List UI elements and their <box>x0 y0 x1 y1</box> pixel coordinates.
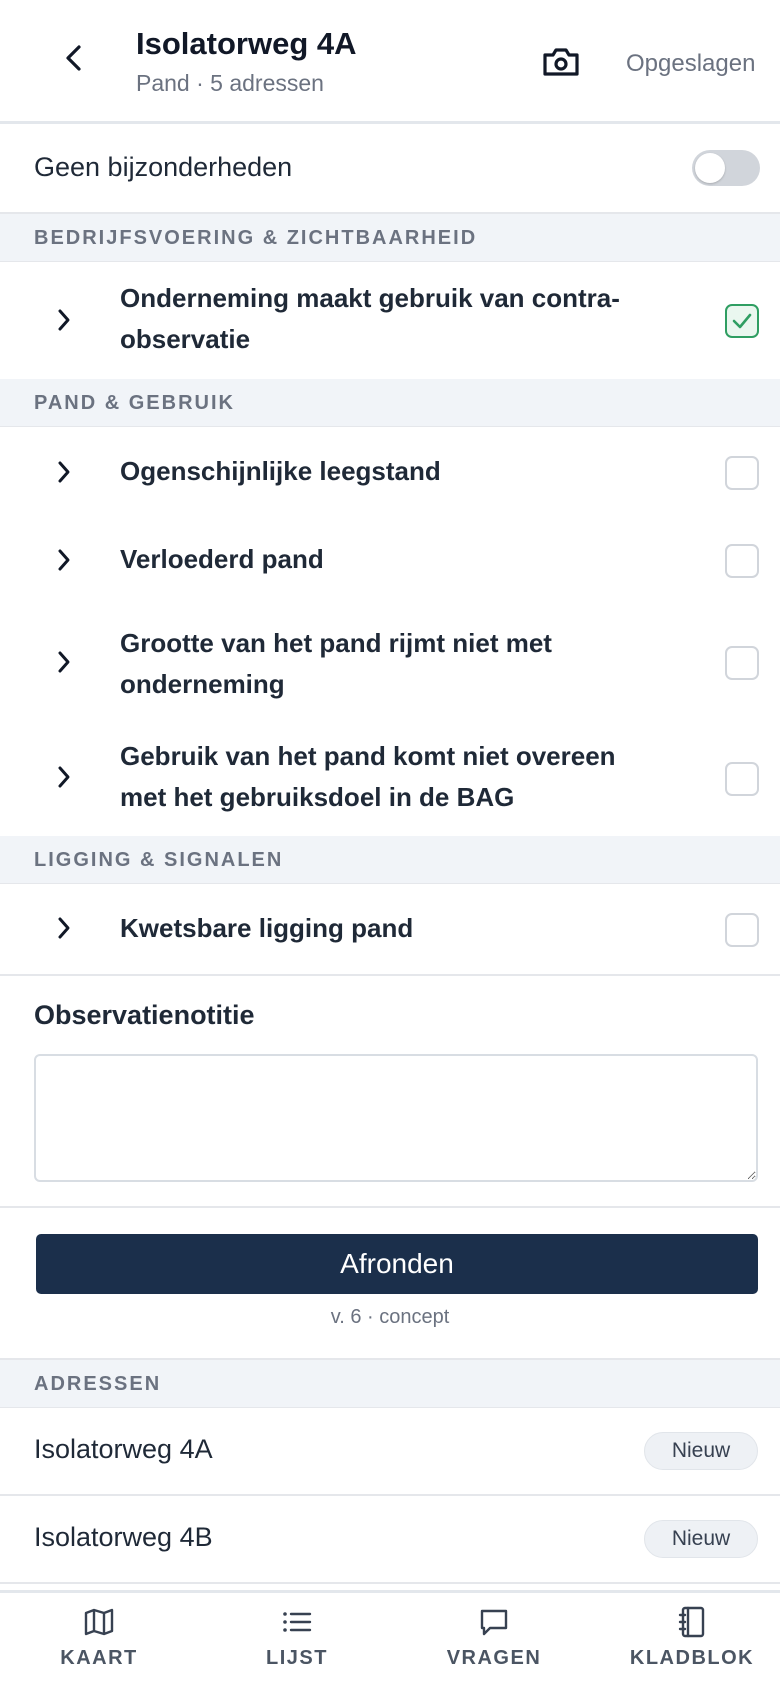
section-title: LIGGING & SIGNALEN <box>34 849 284 871</box>
section-header-bedrijfsvoering: BEDRIJFSVOERING & ZICHTBAARHEID <box>0 214 780 262</box>
status-badge: Nieuw <box>644 1520 758 1558</box>
nav-item-kladblok[interactable]: KLADBLOK <box>612 1605 772 1685</box>
no-details-toggle[interactable] <box>692 150 760 186</box>
observation-note-textarea[interactable] <box>34 1054 758 1182</box>
nav-label: KLADBLOK <box>629 1647 755 1669</box>
nav-label: LIJST <box>266 1647 328 1669</box>
address-label: Isolatorweg 4B <box>34 1522 213 1552</box>
version-label: v. 6 · concept <box>330 1306 450 1328</box>
toggle-knob <box>695 153 725 183</box>
checklist-item-label: Gebruik van het pand komt niet overeen m… <box>120 741 616 812</box>
note-label: Observatienotitie <box>34 1000 255 1030</box>
camera-button[interactable] <box>536 40 586 84</box>
checklist-item-label: Kwetsbare ligging pand <box>120 913 414 943</box>
page-title: Isolatorweg 4A <box>136 26 357 61</box>
checklist-item-verloederd[interactable]: Verloederd pand <box>0 516 780 604</box>
list-icon <box>283 1612 312 1632</box>
checklist-item-contra-observatie[interactable]: Onderneming maakt gebruik van contra- ob… <box>0 262 780 379</box>
nav-item-vragen[interactable]: VRAGEN <box>414 1605 574 1685</box>
page-subtitle: Pand · 5 adressen <box>136 70 324 96</box>
chat-bubble-icon <box>480 1609 508 1636</box>
divider <box>0 1206 780 1208</box>
divider <box>0 974 780 976</box>
section-header-pand-gebruik: PAND & GEBRUIK <box>0 379 780 427</box>
notebook-icon <box>678 1606 705 1638</box>
section-header-adressen: ADRESSEN <box>0 1358 780 1408</box>
nav-item-kaart[interactable]: KAART <box>19 1605 179 1685</box>
chevron-right-icon[interactable] <box>50 458 78 486</box>
chevron-right-icon[interactable] <box>50 306 78 334</box>
back-button[interactable] <box>52 36 96 80</box>
checklist-item-gebruiksdoel[interactable]: Gebruik van het pand komt niet overeen m… <box>0 719 780 836</box>
checklist-item-label: Grootte van het pand rijmt niet met onde… <box>120 628 552 699</box>
app-header: Isolatorweg 4A Pand · 5 adressen Opgesla… <box>0 0 780 124</box>
address-row[interactable]: Isolatorweg 4B Nieuw <box>0 1496 780 1584</box>
checklist-item-label: Onderneming maakt gebruik van contra- ob… <box>120 283 620 354</box>
chevron-right-icon[interactable] <box>50 763 78 791</box>
checklist-item-grootte[interactable]: Grootte van het pand rijmt niet met onde… <box>0 604 780 719</box>
chevron-right-icon[interactable] <box>50 546 78 574</box>
bottom-navigation: KAART LIJST VRAGEN KLADBLOK <box>0 1590 780 1688</box>
finish-button[interactable]: Afronden <box>36 1234 758 1294</box>
chevron-right-icon[interactable] <box>50 914 78 942</box>
no-details-label: Geen bijzonderheden <box>34 152 293 182</box>
checkbox-checked[interactable] <box>725 304 759 338</box>
checklist-item-label: Verloederd pand <box>120 544 324 574</box>
nav-item-lijst[interactable]: LIJST <box>217 1605 377 1685</box>
checkbox[interactable] <box>725 646 759 680</box>
checkbox[interactable] <box>725 913 759 947</box>
no-details-row: Geen bijzonderheden <box>0 124 780 214</box>
section-title: ADRESSEN <box>34 1373 162 1395</box>
checkbox[interactable] <box>725 456 759 490</box>
section-title: BEDRIJFSVOERING & ZICHTBAARHEID <box>34 227 478 249</box>
checklist-item-label: Ogenschijnlijke leegstand <box>120 456 441 486</box>
camera-icon <box>543 48 579 76</box>
address-label: Isolatorweg 4A <box>34 1434 213 1464</box>
address-row[interactable]: Isolatorweg 4A Nieuw <box>0 1408 780 1496</box>
checklist-item-leegstand[interactable]: Ogenschijnlijke leegstand <box>0 428 780 516</box>
section-title: PAND & GEBRUIK <box>34 392 235 414</box>
check-icon <box>732 313 752 329</box>
checklist-item-kwetsbare-ligging[interactable]: Kwetsbare ligging pand <box>0 884 780 974</box>
chevron-right-icon[interactable] <box>50 648 78 676</box>
nav-label: VRAGEN <box>446 1647 542 1669</box>
status-badge: Nieuw <box>644 1432 758 1470</box>
save-status: Opgeslagen <box>626 50 756 77</box>
chevron-left-icon <box>66 45 81 71</box>
checkbox[interactable] <box>725 762 759 796</box>
nav-label: KAART <box>60 1647 138 1669</box>
map-icon <box>84 1608 114 1636</box>
checkbox[interactable] <box>725 544 759 578</box>
section-header-ligging-signalen: LIGGING & SIGNALEN <box>0 836 780 884</box>
